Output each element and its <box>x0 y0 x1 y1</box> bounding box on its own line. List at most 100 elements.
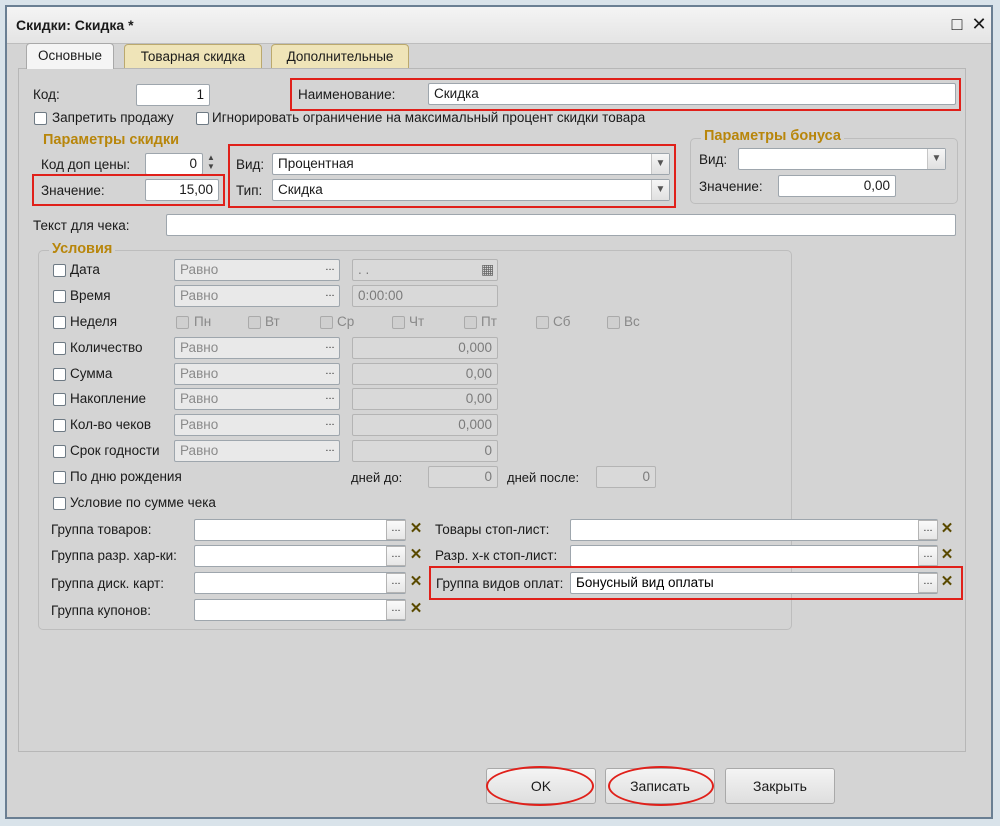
weekday-fri-checkbox[interactable] <box>464 316 477 329</box>
card-group-dots-icon[interactable]: ... <box>386 573 406 593</box>
coupon-group-input[interactable] <box>194 599 406 621</box>
coupon-group-clear-icon[interactable]: ✕ <box>407 599 425 619</box>
time-value-input[interactable]: 0:00:00 <box>352 285 498 307</box>
expiry-checkbox[interactable] <box>53 445 66 458</box>
quantity-op-dots-icon[interactable]: ... <box>320 338 340 358</box>
days-after-label: дней после: <box>507 470 580 485</box>
product-group-dots-icon[interactable]: ... <box>386 520 406 540</box>
card-group-clear-icon[interactable]: ✕ <box>407 572 425 592</box>
card-group-input[interactable] <box>194 572 406 594</box>
expiry-op-dots-icon[interactable]: ... <box>320 441 340 461</box>
expiry-op-select[interactable]: Равно <box>174 440 340 462</box>
feature-group-clear-icon[interactable]: ✕ <box>407 545 425 565</box>
quantity-checkbox[interactable] <box>53 342 66 355</box>
receipts-count-value-input[interactable]: 0,000 <box>352 414 498 436</box>
maximize-icon[interactable]: □ <box>947 14 967 34</box>
spin-up-icon[interactable]: ▲ <box>204 153 218 162</box>
weekday-tue-checkbox[interactable] <box>248 316 261 329</box>
calendar-icon[interactable]: ▦ <box>481 261 494 278</box>
ignore-limit-label: Игнорировать ограничение на максимальный… <box>212 110 646 125</box>
payment-group-clear-icon[interactable]: ✕ <box>938 572 956 592</box>
payment-group-dots-icon[interactable]: ... <box>918 573 938 593</box>
close-button[interactable]: Закрыть <box>725 768 835 804</box>
receipt-text-input[interactable] <box>166 214 956 236</box>
date-op-select[interactable]: Равно <box>174 259 340 281</box>
close-icon[interactable]: ✕ <box>969 14 989 34</box>
time-checkbox[interactable] <box>53 290 66 303</box>
discount-params-title: Параметры скидки <box>40 132 182 148</box>
weekday-thu-checkbox[interactable] <box>392 316 405 329</box>
tab-additional[interactable]: Дополнительные <box>271 44 409 68</box>
payment-group-input[interactable]: Бонусный вид оплаты <box>570 572 938 594</box>
weekday-sat-checkbox[interactable] <box>536 316 549 329</box>
forbid-sale-checkbox[interactable] <box>34 112 47 125</box>
receipt-sum-checkbox[interactable] <box>53 497 66 510</box>
receipts-count-label: Кол-во чеков <box>70 417 152 432</box>
feature-group-dots-icon[interactable]: ... <box>386 546 406 566</box>
coupon-group-dots-icon[interactable]: ... <box>386 600 406 620</box>
accumulation-label: Накопление <box>70 391 147 406</box>
tab-main[interactable]: Основные <box>26 43 114 69</box>
weekday-wed-checkbox[interactable] <box>320 316 333 329</box>
kind-select[interactable]: Процентная <box>272 153 670 175</box>
time-label: Время <box>70 288 111 303</box>
weekday-thu-label: Чт <box>409 314 425 329</box>
days-before-input[interactable]: 0 <box>428 466 498 488</box>
bonus-value-input[interactable]: 0,00 <box>778 175 896 197</box>
product-stoplist-input[interactable] <box>570 519 938 541</box>
week-checkbox[interactable] <box>53 316 66 329</box>
weekday-mon-label: Пн <box>194 314 212 329</box>
feature-stoplist-input[interactable] <box>570 545 938 567</box>
sum-op-dots-icon[interactable]: ... <box>320 364 340 384</box>
ignore-limit-checkbox[interactable] <box>196 112 209 125</box>
time-op-select[interactable]: Равно <box>174 285 340 307</box>
discount-value-input[interactable]: 15,00 <box>145 179 219 201</box>
type-dropdown-icon[interactable]: ▼ <box>651 180 669 200</box>
date-checkbox[interactable] <box>53 264 66 277</box>
price-code-spinner[interactable]: ▲ ▼ <box>204 153 220 173</box>
accumulation-op-dots-icon[interactable]: ... <box>320 389 340 409</box>
type-select[interactable]: Скидка <box>272 179 670 201</box>
time-op-dots-icon[interactable]: ... <box>320 286 340 306</box>
accumulation-op-select[interactable]: Равно <box>174 388 340 410</box>
product-group-clear-icon[interactable]: ✕ <box>407 519 425 539</box>
product-stoplist-clear-icon[interactable]: ✕ <box>938 519 956 539</box>
price-code-input[interactable]: 0 <box>145 153 203 175</box>
accumulation-checkbox[interactable] <box>53 393 66 406</box>
name-input[interactable]: Скидка <box>428 83 956 105</box>
feature-stoplist-clear-icon[interactable]: ✕ <box>938 545 956 565</box>
kind-dropdown-icon[interactable]: ▼ <box>651 154 669 174</box>
feature-stoplist-dots-icon[interactable]: ... <box>918 546 938 566</box>
code-input[interactable]: 1 <box>136 84 210 106</box>
title-bar: Скидки: Скидка * □ ✕ <box>7 7 991 44</box>
receipts-count-op-select[interactable]: Равно <box>174 414 340 436</box>
days-after-input[interactable]: 0 <box>596 466 656 488</box>
bonus-params-title: Параметры бонуса <box>701 128 844 144</box>
birthday-checkbox[interactable] <box>53 471 66 484</box>
quantity-op-select[interactable]: Равно <box>174 337 340 359</box>
quantity-label: Количество <box>70 340 143 355</box>
birthday-label: По дню рождения <box>70 469 182 484</box>
weekday-sun-checkbox[interactable] <box>607 316 620 329</box>
bonus-kind-dropdown-icon[interactable]: ▼ <box>927 149 945 169</box>
receipts-count-checkbox[interactable] <box>53 419 66 432</box>
product-group-input[interactable] <box>194 519 406 541</box>
receipts-count-op-dots-icon[interactable]: ... <box>320 415 340 435</box>
sum-checkbox[interactable] <box>53 368 66 381</box>
quantity-value-input[interactable]: 0,000 <box>352 337 498 359</box>
weekday-mon-checkbox[interactable] <box>176 316 189 329</box>
window-title: Скидки: Скидка * <box>16 17 134 33</box>
tab-product-discount[interactable]: Товарная скидка <box>124 44 262 68</box>
sum-value-input[interactable]: 0,00 <box>352 363 498 385</box>
date-label: Дата <box>70 262 100 277</box>
date-op-dots-icon[interactable]: ... <box>320 260 340 280</box>
payment-group-label: Группа видов оплат: <box>436 576 564 591</box>
spin-down-icon[interactable]: ▼ <box>204 162 218 171</box>
accumulation-value-input[interactable]: 0,00 <box>352 388 498 410</box>
product-stoplist-dots-icon[interactable]: ... <box>918 520 938 540</box>
sum-op-select[interactable]: Равно <box>174 363 340 385</box>
bonus-kind-select[interactable] <box>738 148 946 170</box>
feature-group-input[interactable] <box>194 545 406 567</box>
date-value-input[interactable]: . . <box>352 259 498 281</box>
expiry-value-input[interactable]: 0 <box>352 440 498 462</box>
